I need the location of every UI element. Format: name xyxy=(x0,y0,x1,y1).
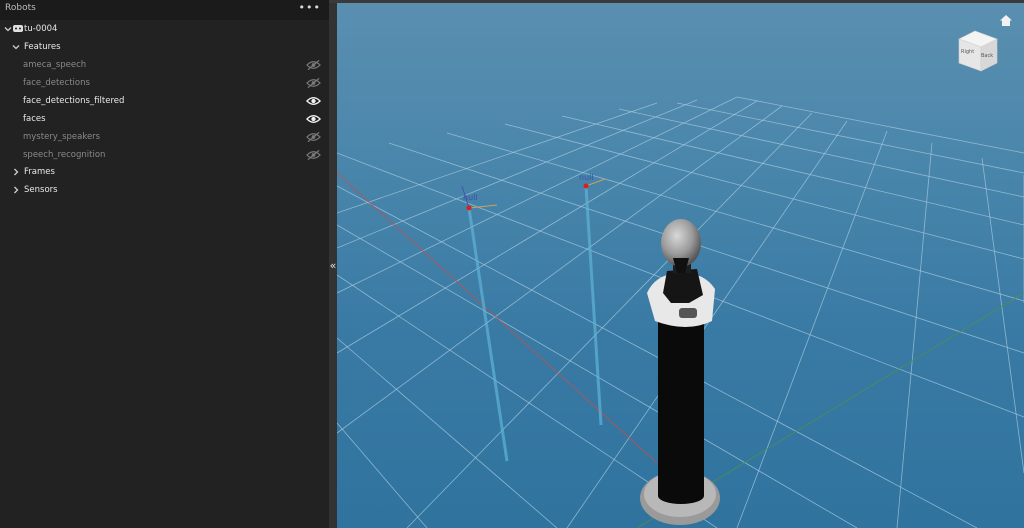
feature-label: mystery_speakers xyxy=(23,132,101,142)
view-cube[interactable]: Right Back xyxy=(957,29,999,73)
chevron-right-icon[interactable] xyxy=(11,167,21,177)
feature-label: faces xyxy=(23,114,46,124)
frames-label: Frames xyxy=(24,167,55,177)
feature-item[interactable]: faces xyxy=(0,110,329,128)
marker-right xyxy=(583,178,606,426)
feature-item[interactable]: mystery_speakers xyxy=(0,128,329,146)
home-icon[interactable] xyxy=(999,14,1013,27)
robot-icon xyxy=(13,25,23,32)
marker-label: null xyxy=(579,173,594,182)
panel-header: Robots ••• xyxy=(0,0,329,20)
features-label: Features xyxy=(24,42,61,52)
scene-canvas[interactable]: null null xyxy=(337,3,1024,528)
x-axis-line xyxy=(337,172,658,464)
feature-item[interactable]: face_detections_filtered xyxy=(0,92,329,110)
robot-model[interactable] xyxy=(640,219,720,525)
eye-off-icon[interactable] xyxy=(306,77,321,89)
panel-title: Robots xyxy=(5,3,36,13)
marker-left xyxy=(461,185,509,462)
feature-item[interactable]: ameca_speech xyxy=(0,56,329,74)
eye-off-icon[interactable] xyxy=(306,131,321,143)
eye-off-icon[interactable] xyxy=(306,59,321,71)
robots-panel: Robots ••• tu-0004 Features ameca_speech… xyxy=(0,0,329,528)
eye-off-icon[interactable] xyxy=(306,149,321,161)
robot-name: tu-0004 xyxy=(24,24,58,34)
tree-item-sensors[interactable]: Sensors xyxy=(0,181,329,199)
feature-label: face_detections xyxy=(23,78,90,88)
marker-label: null xyxy=(463,193,478,202)
more-horizontal-icon[interactable]: ••• xyxy=(299,2,321,14)
feature-item[interactable]: speech_recognition xyxy=(0,146,329,164)
eye-icon[interactable] xyxy=(306,113,321,125)
chevron-down-icon[interactable] xyxy=(11,42,21,52)
3d-viewport[interactable]: null null Right Back xyxy=(337,3,1024,528)
view-cube-face-left[interactable]: Right xyxy=(961,49,974,55)
sensors-label: Sensors xyxy=(24,185,58,195)
tree-item-features[interactable]: Features xyxy=(0,38,329,56)
view-cube-face-front[interactable]: Back xyxy=(981,53,993,59)
tree-item-frames[interactable]: Frames xyxy=(0,163,329,181)
tree-item-robot[interactable]: tu-0004 xyxy=(0,20,329,38)
feature-label: ameca_speech xyxy=(23,60,87,70)
eye-icon[interactable] xyxy=(306,95,321,107)
feature-label: face_detections_filtered xyxy=(23,96,125,106)
feature-label: speech_recognition xyxy=(23,150,106,160)
feature-item[interactable]: face_detections xyxy=(0,74,329,92)
chevron-right-icon[interactable] xyxy=(11,185,21,195)
